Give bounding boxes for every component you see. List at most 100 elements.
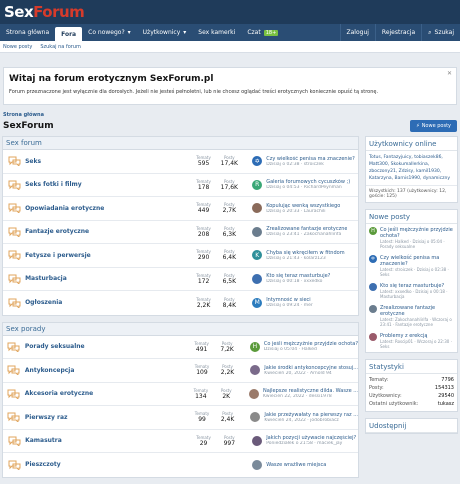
new-post-item[interactable]: Problemy z erekcją Latest: Roscip01 · Wcz… — [366, 330, 457, 352]
last-post-title[interactable]: Czy wielkość penisa ma znaczenie? — [266, 156, 355, 162]
forum-posts-stat: Posty 6,5K — [216, 273, 242, 285]
user-photo-avatar[interactable] — [250, 365, 261, 376]
category-title[interactable]: Sex porady — [3, 322, 358, 336]
speech-bubbles-icon — [8, 298, 21, 308]
new-post-meta: Latest: Zakochanahlirifa · Wczoraj o 23:… — [380, 317, 452, 327]
search-link[interactable]: ⌕ Szukaj — [421, 24, 460, 41]
subnav-new-posts[interactable]: Nowe posty — [3, 44, 32, 50]
stats-value: tukasz — [437, 401, 454, 407]
forum-posts-stat: Posty 7,2K — [214, 341, 240, 353]
chevron-down-icon: ▾ — [183, 29, 187, 36]
forum-icon-wrap — [3, 274, 25, 284]
new-posts-button[interactable]: ⚡ Nowe posty — [410, 120, 457, 132]
forum-title[interactable]: Akcesoria erotyczne — [25, 390, 188, 397]
forum-row[interactable]: Seks fotki i filmy Tematy 178 Posty 17,6K R Ga… — [3, 174, 358, 197]
forum-title[interactable]: Pierwszy raz — [25, 414, 189, 421]
stat-value: 6,4K — [222, 254, 237, 262]
last-post: Kopulując wenką wszystkiego Dzisiaj o 20:… — [242, 203, 358, 214]
flag-avatar[interactable]: ✡ — [252, 156, 263, 167]
forum-row[interactable]: Seks Tematy 595 Posty 17,4K ✡ Czy wielkość pen… — [3, 150, 358, 174]
new-post-title[interactable]: Zrealizowane fantazje erotyczne — [380, 305, 454, 317]
user-photo-avatar[interactable] — [252, 226, 263, 237]
nav-chat[interactable]: Czat 18+ — [241, 24, 284, 41]
new-post-title[interactable]: Co jeśli mężczyźnie przyjdzie ochota? — [380, 227, 454, 239]
forum-row[interactable]: Ogłoszenia Tematy 2,2K Posty 8,4K M Intymność … — [3, 291, 358, 315]
last-post-meta: Dzisiaj o 23:41 · Zakochanahlirifa — [266, 232, 342, 238]
user-photo-avatar[interactable] — [369, 305, 377, 313]
last-post-title[interactable]: Wasze wrażliwe miejsca — [266, 462, 326, 468]
forum-title[interactable]: Pieszczoty — [25, 461, 191, 468]
forum-icon-wrap — [3, 227, 25, 237]
forum-row[interactable]: Porady seksualne Tematy 491 Posty 7,2K H Co je… — [3, 336, 358, 359]
forum-title[interactable]: Seks fotki i filmy — [25, 181, 191, 188]
user-photo-avatar[interactable] — [369, 283, 377, 291]
category-title[interactable]: Sex forum — [3, 137, 358, 150]
avatar[interactable]: K — [252, 250, 263, 261]
forum-row[interactable]: Fetysze i perwersje Tematy 290 Posty 6,4K K Ch… — [3, 244, 358, 268]
stat-value: 17,4K — [220, 160, 238, 168]
forum-row[interactable]: Pieszczoty Wasze wrażliwe miejsca — [3, 453, 358, 477]
stat-value: 2,2K — [196, 301, 211, 309]
speech-bubbles-icon — [7, 365, 20, 376]
stats-value: 29540 — [438, 393, 454, 399]
forum-title[interactable]: Opowiadania erotyczne — [25, 205, 191, 212]
last-post-meta: Poniedziałek o 21:58 · maciek_jay — [266, 441, 343, 447]
new-post-item[interactable]: H Co jeśli mężczyźnie przyjdzie ochota? La… — [366, 224, 457, 252]
forum-row[interactable]: Antykoncepcja Tematy 109 Posty 2,2K Jakie śro… — [3, 359, 358, 383]
user-photo-avatar[interactable] — [369, 333, 377, 341]
forum-title[interactable]: Kamasutra — [25, 437, 191, 444]
online-users-title: Użytkownicy online — [366, 137, 457, 151]
forum-title[interactable]: Fetysze i perwersje — [25, 252, 191, 259]
forum-row[interactable]: Kamasutra Tematy 29 Posty 997 Jakich pozycji … — [3, 430, 358, 453]
user-photo-avatar[interactable] — [252, 203, 263, 214]
new-post-item[interactable]: ✡ Czy wielkość penisa ma znaczenie? Latest… — [366, 252, 457, 280]
subnav-search-forums[interactable]: Szukaj na forum — [40, 44, 81, 50]
stats-row: Użytkownicy: 29540 — [366, 392, 457, 400]
breadcrumb[interactable]: Strona główna — [3, 112, 460, 118]
forum-row[interactable]: Opowiadania erotyczne Tematy 449 Posty 2,7K K… — [3, 197, 358, 221]
flag-avatar[interactable]: ✡ — [369, 255, 377, 263]
forum-title[interactable]: Antykoncepcja — [25, 367, 189, 374]
last-post-title[interactable]: Jakie środki antykoncepcyjne stosuj... — [264, 365, 358, 371]
user-photo-avatar[interactable] — [248, 388, 259, 399]
nav-sex-cams[interactable]: Sex kamerki — [192, 24, 241, 41]
last-post-text: Kopulując wenką wszystkiego Dzisiaj o 20:… — [266, 203, 340, 214]
user-photo-avatar[interactable] — [250, 412, 261, 423]
last-post-title[interactable]: Jakie przeżywałaty na pierwszy raz ... — [264, 412, 358, 418]
search-icon: ⌕ — [428, 28, 432, 36]
new-post-meta: Latest: Roscip01 · Wczoraj o 22:30 · Sek… — [380, 339, 452, 349]
forum-row[interactable]: Akcesoria erotyczne Tematy 134 Posty 2K Najle… — [3, 383, 358, 406]
notice-title: Witaj na forum erotycznym SexForum.pl — [9, 74, 214, 84]
avatar[interactable]: R — [252, 179, 263, 190]
new-post-item[interactable]: Kto się teraz masturbuje? Latest: xxxedko… — [366, 280, 457, 302]
nav-members[interactable]: Użytkownicy ▾ — [137, 24, 193, 41]
avatar[interactable]: M — [252, 297, 263, 308]
online-users-list[interactable]: Totus, Fantazyjuicy, tobiaszek86, Matt30… — [366, 151, 457, 185]
new-post-title[interactable]: Czy wielkość penisa ma znaczenie? — [380, 255, 454, 267]
last-post-title[interactable]: Chyba się wkręciłem w fitndom — [266, 250, 344, 256]
new-post-item[interactable]: Zrealizowane fantazje erotyczne Latest: Z… — [366, 302, 457, 330]
user-photo-avatar[interactable] — [252, 435, 263, 446]
nav-whats-new[interactable]: Co nowego? ▾ — [82, 24, 137, 41]
forum-title[interactable]: Masturbacja — [25, 275, 191, 282]
register-link[interactable]: Rejestracja — [374, 24, 421, 41]
site-logo[interactable]: SexForum — [4, 3, 85, 21]
forum-row[interactable]: Pierwszy raz Tematy 99 Posty 2,4K Jakie przeż… — [3, 406, 358, 430]
forum-row[interactable]: Masturbacja Tematy 172 Posty 6,5K Kto się ter… — [3, 268, 358, 291]
forum-title[interactable]: Seks — [25, 158, 191, 165]
last-post-title[interactable]: Kopulując wenką wszystkiego — [266, 203, 340, 209]
user-photo-avatar[interactable] — [252, 459, 263, 470]
login-link[interactable]: Zaloguj — [339, 24, 375, 41]
forum-row[interactable]: Fantazje erotyczne Tematy 208 Posty 6,3K Zrea… — [3, 221, 358, 244]
last-post-meta: Dzisiaj o 09:24 · mer — [266, 303, 313, 309]
forum-title[interactable]: Porady seksualne — [25, 343, 189, 350]
nav-forums[interactable]: Fora — [55, 27, 83, 41]
stat-value: 8,4K — [222, 301, 237, 309]
forum-title[interactable]: Fantazje erotyczne — [25, 228, 191, 235]
avatar[interactable]: H — [369, 227, 377, 235]
nav-home[interactable]: Strona główna — [0, 24, 55, 41]
user-photo-avatar[interactable] — [252, 273, 263, 284]
avatar[interactable]: H — [249, 341, 260, 352]
forum-title[interactable]: Ogłoszenia — [25, 299, 191, 306]
close-icon[interactable]: ✕ — [447, 70, 452, 77]
